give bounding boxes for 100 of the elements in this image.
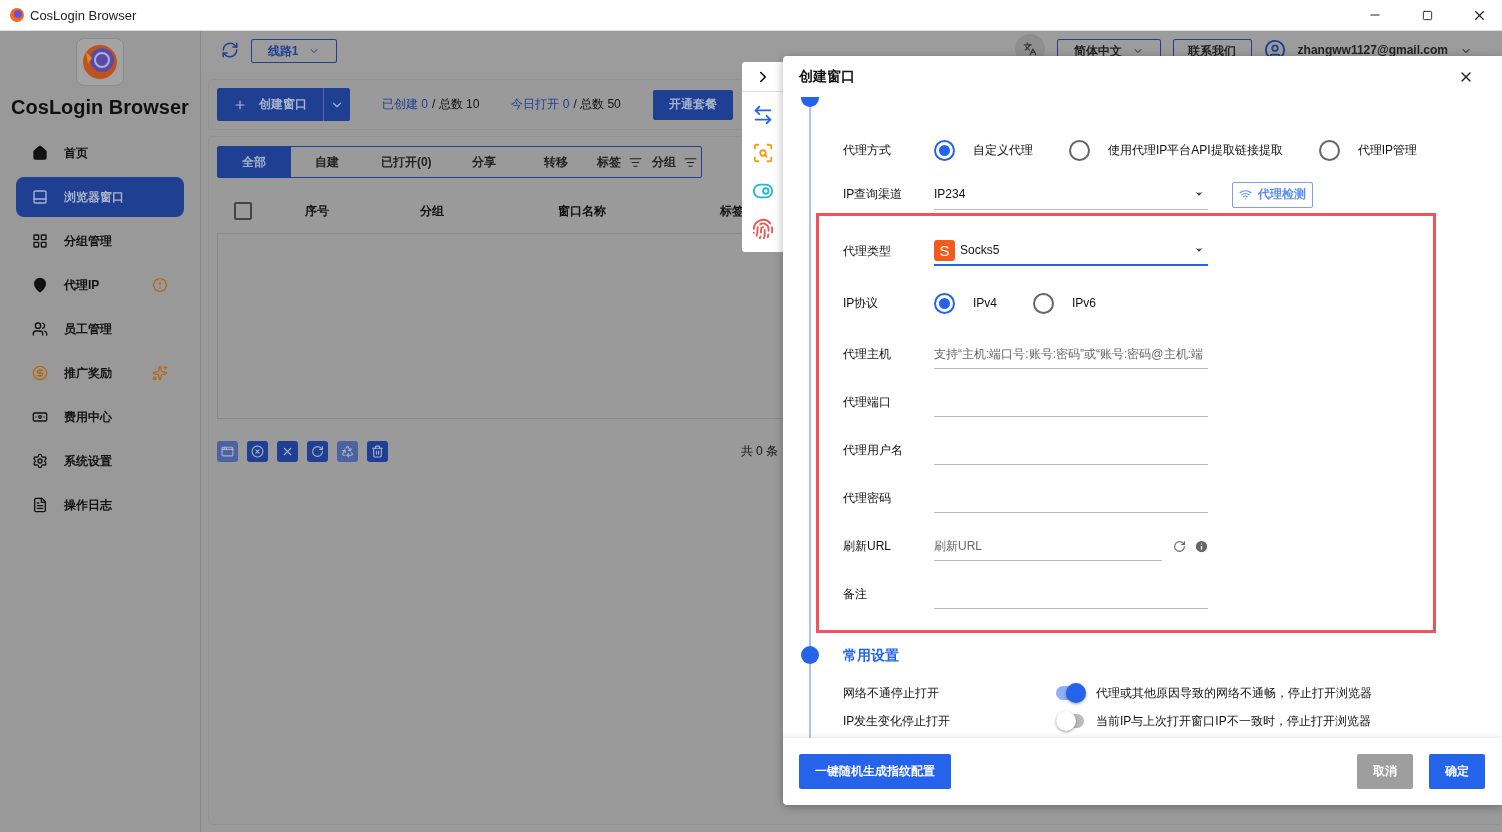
circle-x-icon <box>251 445 264 458</box>
opened-count: 今日打开 0 <box>511 96 570 113</box>
settings-icon <box>32 453 48 469</box>
field-label: 代理密码 <box>843 489 892 507</box>
plan-button[interactable]: 开通套餐 <box>652 89 733 120</box>
nav-item[interactable]: 分组管理 <box>16 221 184 261</box>
map-pin-icon <box>32 277 48 293</box>
dialog-title: 创建窗口 <box>799 67 856 86</box>
setting-description: 代理或其他原因导致的网络不通畅，停止打开浏览器 <box>1096 684 1372 702</box>
input-field[interactable]: 刷新URL <box>934 531 1162 561</box>
filter-tab[interactable]: 自建 <box>290 147 364 177</box>
setting-label: 网络不通停止打开 <box>843 684 940 702</box>
nav-item[interactable]: 操作日志 <box>16 485 184 525</box>
home-icon <box>32 145 48 161</box>
field-label: IP查询渠道 <box>843 186 904 203</box>
filter-tab[interactable]: 分享 <box>449 147 519 177</box>
option-label: 自定义代理 <box>973 141 1033 159</box>
nav-item[interactable]: 费用中心 <box>16 397 184 437</box>
filter-tab[interactable]: 已打开(0) <box>363 147 450 177</box>
refresh-icon[interactable] <box>1173 539 1186 553</box>
field-label: 代理类型 <box>843 242 892 260</box>
option-label: 使用代理IP平台API提取链接提取 <box>1108 141 1283 159</box>
total-count: 共 0 条 <box>740 443 778 460</box>
input-field[interactable]: 支持“主机:端口号:账号:密码”或“账号:密码@主机:端 <box>934 339 1208 369</box>
setting-description: 当前IP与上次打开窗口IP不一致时，停止打开浏览器 <box>1096 712 1371 730</box>
column-header: 窗口名称 <box>557 202 607 220</box>
opened-total: / 总数 50 <box>573 96 621 113</box>
field-label: 代理用户名 <box>843 441 904 459</box>
filter-tab[interactable]: 全部 <box>218 147 291 177</box>
confirm-button[interactable]: 确定 <box>1429 754 1485 789</box>
route-dropdown[interactable]: 线路1 <box>251 39 337 63</box>
created-total: / 总数 10 <box>432 96 480 113</box>
create-window-button[interactable]: 创建窗口 <box>217 88 350 121</box>
filter-tab[interactable]: 标签 <box>592 147 648 177</box>
ip-channel-select[interactable]: IP234 <box>934 179 1208 210</box>
action-button[interactable] <box>247 441 268 462</box>
window-icon <box>221 445 234 458</box>
caret-icon <box>1194 245 1204 255</box>
brand-name: CosLogin Browser <box>11 96 189 119</box>
filter-tab[interactable]: 转移 <box>518 147 593 177</box>
field-label: 刷新URL <box>843 537 892 555</box>
nav-item[interactable]: 推广奖励 <box>16 353 184 393</box>
proxy-check-button[interactable]: 代理检测 <box>1232 181 1313 208</box>
checkbox[interactable] <box>234 202 252 220</box>
users-icon <box>32 321 48 337</box>
random-fingerprint-button[interactable]: 一键随机生成指纹配置 <box>799 754 951 789</box>
radio-button[interactable] <box>934 292 955 314</box>
proxy-type-select[interactable]: S Socks5 <box>934 236 1208 266</box>
trash-icon <box>371 445 384 458</box>
radio-button[interactable] <box>1318 139 1340 161</box>
maximize-icon <box>1421 9 1433 21</box>
button-label: 创建窗口 <box>259 96 307 113</box>
nav-item[interactable]: 浏览器窗口 <box>16 177 184 217</box>
close-icon <box>281 445 294 458</box>
created-count: 已创建 0 <box>382 96 428 113</box>
caret-icon <box>1194 189 1204 199</box>
filter-tab[interactable]: 分组 <box>647 147 701 177</box>
account-email: zhangww1127@gmail.com <box>1297 43 1448 57</box>
field-label: IP协议 <box>843 294 880 312</box>
dollar-icon <box>32 365 48 381</box>
action-button[interactable] <box>307 441 328 462</box>
column-header: 分组 <box>419 202 445 220</box>
radio-button[interactable] <box>1033 292 1054 314</box>
alert-badge-icon <box>152 277 168 293</box>
toggle-switch[interactable] <box>1056 711 1086 731</box>
action-button[interactable] <box>367 441 388 462</box>
socks-badge: S <box>934 239 955 261</box>
option-label: IPv4 <box>973 296 997 310</box>
field-label: 代理主机 <box>843 345 892 363</box>
setting-label: IP发生变化停止打开 <box>843 712 952 730</box>
recycle-icon <box>341 445 354 458</box>
option-label: IPv6 <box>1072 296 1097 310</box>
banknote-icon <box>32 409 48 425</box>
sort-icon <box>629 155 643 169</box>
search-icon[interactable] <box>751 142 774 164</box>
nav-item[interactable]: 员工管理 <box>16 309 184 349</box>
logo-icon <box>76 38 124 86</box>
grid-icon <box>32 233 48 249</box>
refresh-icon[interactable] <box>221 41 239 59</box>
radio-button[interactable] <box>1069 139 1090 161</box>
document-icon <box>32 497 48 513</box>
info-icon[interactable] <box>1194 538 1209 554</box>
nav-item[interactable]: 首页 <box>16 133 184 173</box>
option-label: 代理IP管理 <box>1357 141 1418 159</box>
action-button[interactable] <box>277 441 298 462</box>
plus-icon <box>233 97 247 112</box>
sparkle-icon <box>152 365 168 381</box>
section-title: 常用设置 <box>843 647 899 665</box>
window-icon <box>32 189 48 205</box>
radio-button[interactable] <box>934 139 955 161</box>
field-label: 代理端口 <box>843 393 892 411</box>
rotate-icon <box>311 445 324 458</box>
window-title: CosLogin Browser <box>30 7 138 23</box>
toggle-switch[interactable] <box>1056 683 1086 703</box>
nav-item[interactable]: 系统设置 <box>16 441 184 481</box>
fingerprint-icon[interactable] <box>751 218 774 240</box>
nav-item[interactable]: 代理IP <box>16 265 184 305</box>
field-label: 备注 <box>843 585 868 603</box>
step-dot <box>801 646 819 664</box>
wifi-icon <box>1239 188 1252 201</box>
